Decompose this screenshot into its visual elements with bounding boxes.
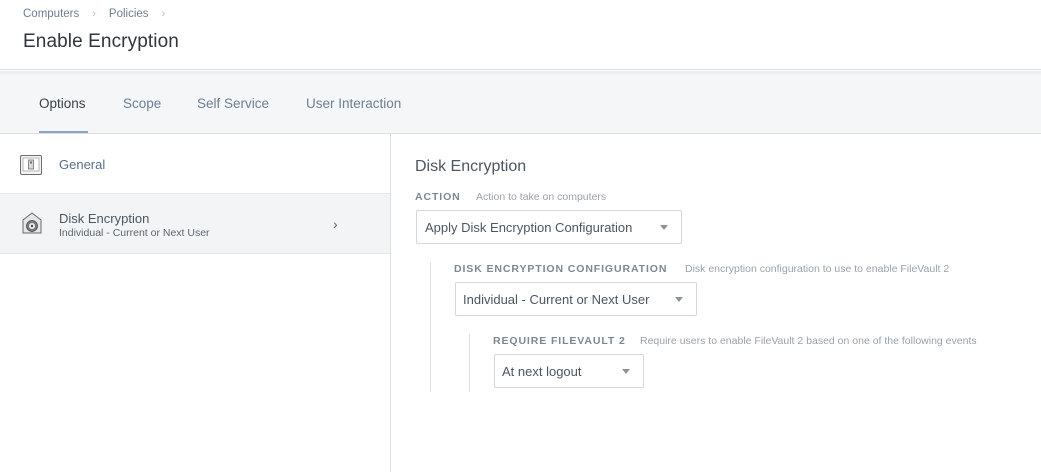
tab-self-service[interactable]: Self Service (197, 96, 269, 111)
action-select-value: Apply Disk Encryption Configuration (425, 220, 633, 235)
disk-encryption-icon (20, 212, 42, 234)
require-label: REQUIRE FILEVAULT 2 (493, 335, 626, 347)
breadcrumb-separator: › (92, 8, 96, 20)
breadcrumb-separator: › (161, 8, 166, 20)
caret-down-icon (675, 297, 683, 302)
main-panel: Disk Encryption ACTION Action to take on… (392, 134, 1041, 472)
tab-scope[interactable]: Scope (123, 96, 161, 111)
page-header: Computers › Policies › Enable Encryption (0, 0, 1041, 70)
tab-user-interaction[interactable]: User Interaction (306, 96, 401, 111)
sidebar-item-label: Disk Encryption (59, 211, 150, 226)
configuration-hint: Disk encryption configuration to use to … (685, 263, 950, 275)
caret-down-icon (660, 225, 668, 230)
sidebar-item-disk-encryption[interactable]: Disk Encryption Individual - Current or … (0, 194, 390, 254)
breadcrumb: Computers › Policies › (23, 8, 178, 20)
caret-down-icon (622, 369, 630, 374)
tab-options[interactable]: Options (39, 96, 86, 111)
page-title: Enable Encryption (23, 31, 179, 52)
require-hint: Require users to enable FileVault 2 base… (640, 335, 977, 347)
breadcrumb-policies[interactable]: Policies (109, 8, 149, 20)
require-select[interactable]: At next logout (494, 354, 644, 388)
action-hint: Action to take on computers (476, 191, 607, 203)
configuration-select-value: Individual - Current or Next User (463, 292, 650, 307)
action-label: ACTION (415, 191, 461, 203)
chevron-right-icon: › (333, 216, 338, 232)
require-select-value: At next logout (502, 364, 582, 379)
sidebar-item-sublabel: Individual - Current or Next User (59, 227, 210, 239)
configuration-select[interactable]: Individual - Current or Next User (455, 282, 697, 316)
sidebar-item-label: General (59, 157, 106, 172)
sidebar: General Disk Encryption Individual - Cur… (0, 134, 391, 472)
section-title: Disk Encryption (415, 158, 527, 175)
breadcrumb-computers[interactable]: Computers (23, 8, 79, 20)
nesting-line (430, 262, 431, 392)
sidebar-item-general[interactable]: General (0, 134, 390, 194)
configuration-label: DISK ENCRYPTION CONFIGURATION (454, 263, 668, 275)
nesting-line (469, 334, 470, 392)
active-tab-indicator (39, 131, 88, 133)
action-select[interactable]: Apply Disk Encryption Configuration (416, 210, 682, 244)
tab-bar: Options Scope Self Service User Interact… (0, 71, 1041, 134)
general-icon (20, 154, 42, 176)
